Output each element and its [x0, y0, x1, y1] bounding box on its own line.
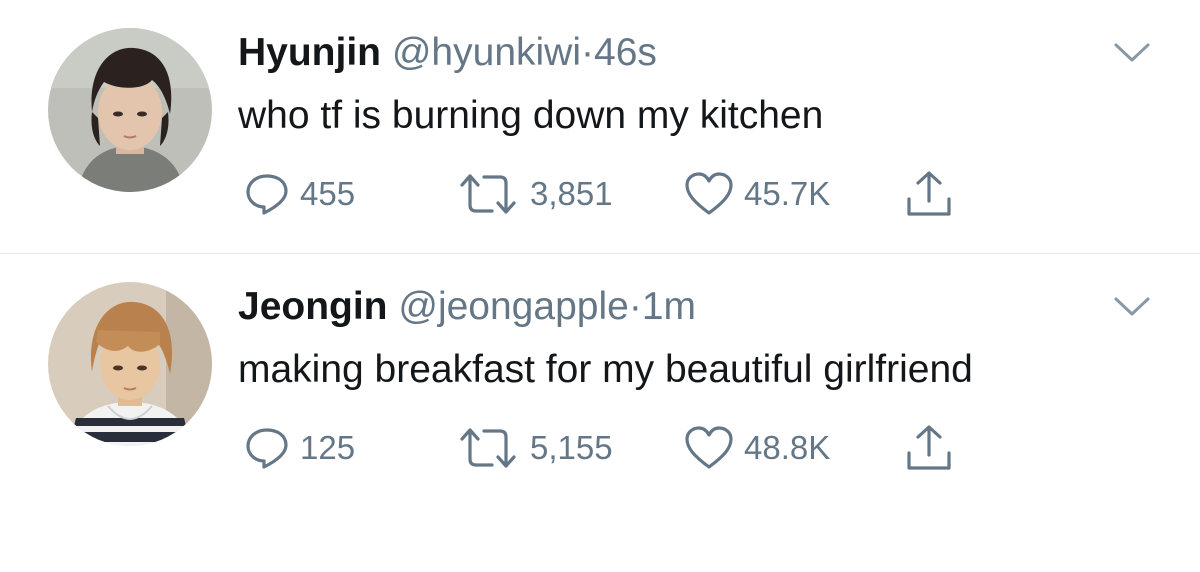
reply-icon [246, 174, 288, 215]
tweet-text: making breakfast for my beautiful girlfr… [238, 348, 973, 391]
tweet-text: who tf is burning down my kitchen [238, 94, 824, 137]
tweet[interactable]: Jeongin @jeongapple·1m making breakfast … [0, 253, 1200, 572]
retweet-count: 5,155 [530, 429, 613, 466]
heart-icon [685, 172, 733, 215]
tweet-actions: 125 5,155 48.8K [238, 420, 1038, 476]
avatar[interactable] [48, 28, 212, 192]
tweet-feed: Hyunjin @hyunkiwi·46s who tf is burning … [0, 0, 1200, 572]
chevron-down-icon[interactable] [1114, 296, 1150, 318]
share-button[interactable] [904, 420, 954, 476]
separator-dot: · [628, 285, 642, 328]
chevron-down-icon[interactable] [1114, 42, 1150, 64]
timestamp[interactable]: 46s [594, 31, 657, 74]
like-count: 48.8K [744, 429, 831, 466]
reply-button[interactable]: 455 [244, 166, 355, 222]
like-button[interactable]: 48.8K [684, 420, 830, 476]
reply-count: 125 [300, 429, 356, 466]
like-button[interactable]: 45.7K [684, 166, 830, 222]
separator-dot: · [581, 31, 594, 74]
retweet-icon [460, 174, 516, 214]
tweet-actions: 455 3,851 45.7K [238, 166, 1038, 222]
like-count: 45.7K [744, 175, 831, 212]
retweet-icon [460, 428, 516, 468]
tweet[interactable]: Hyunjin @hyunkiwi·46s who tf is burning … [0, 0, 1200, 253]
display-name[interactable]: Hyunjin [238, 31, 381, 74]
timestamp[interactable]: 1m [642, 285, 696, 328]
retweet-button[interactable]: 3,851 [456, 166, 613, 222]
user-handle[interactable]: @hyunkiwi [392, 31, 581, 74]
reply-count: 455 [300, 175, 356, 212]
retweet-button[interactable]: 5,155 [456, 420, 613, 476]
share-button[interactable] [904, 166, 954, 222]
user-handle[interactable]: @jeongapple [398, 285, 628, 328]
share-icon [907, 171, 951, 216]
retweet-count: 3,851 [530, 175, 613, 212]
avatar[interactable] [48, 282, 212, 446]
tweet-header: Jeongin @jeongapple·1m [238, 282, 696, 332]
heart-icon [685, 426, 733, 469]
display-name[interactable]: Jeongin [238, 285, 388, 328]
reply-button[interactable]: 125 [244, 420, 355, 476]
reply-icon [246, 428, 288, 469]
share-icon [907, 425, 951, 470]
tweet-header: Hyunjin @hyunkiwi·46s [238, 28, 657, 78]
